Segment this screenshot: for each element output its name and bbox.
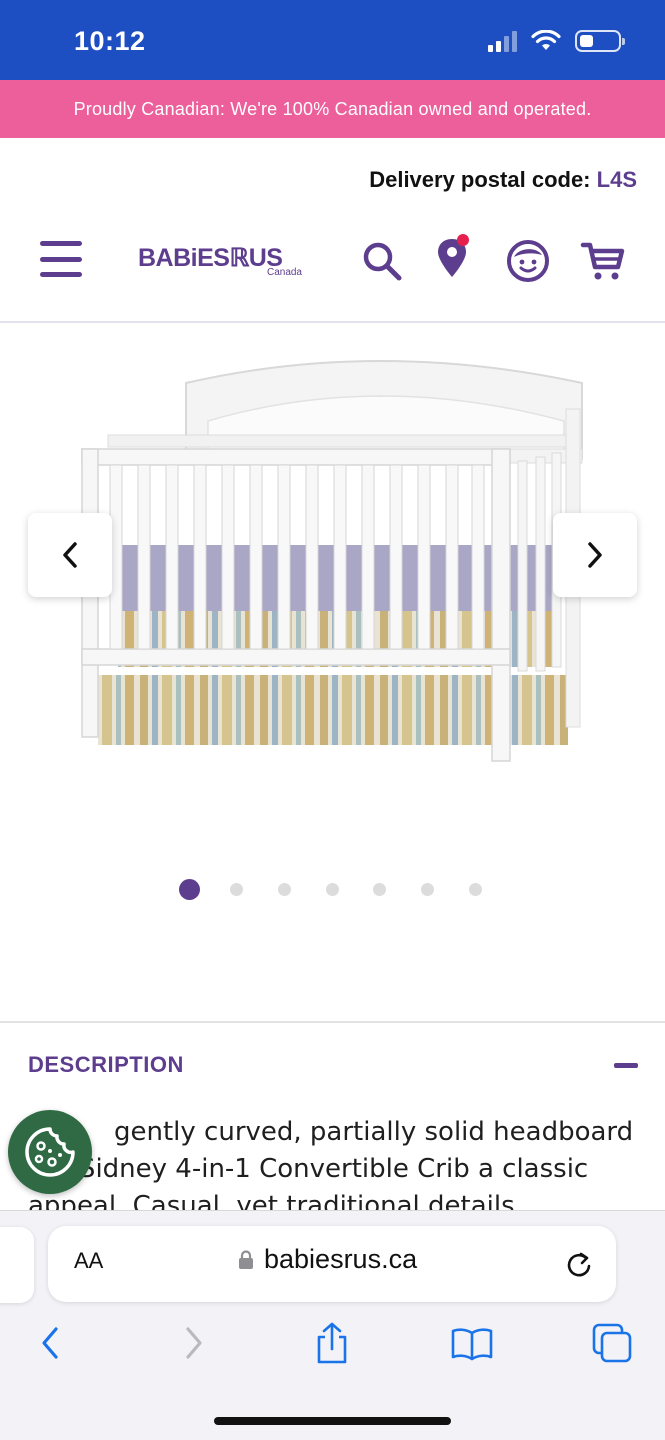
account-icon[interactable] [506, 239, 550, 283]
product-image-gallery[interactable] [0, 323, 665, 1023]
battery-icon [575, 30, 625, 52]
store-location-icon[interactable] [434, 231, 474, 281]
gallery-dot[interactable] [373, 883, 387, 896]
home-indicator [214, 1417, 451, 1425]
main-nav: BABiESℝUS Canada [0, 225, 665, 295]
promo-banner[interactable]: Proudly Canadian: We're 100% Canadian ow… [0, 80, 665, 138]
status-time: 10:12 [74, 26, 146, 56]
logo-subtext: Canada [266, 266, 302, 278]
product-image-crib [81, 360, 583, 762]
forward-icon[interactable] [172, 1321, 216, 1365]
gallery-dot[interactable] [325, 883, 339, 896]
delivery-code: L4S [596, 167, 637, 192]
chevron-left-icon [63, 542, 77, 568]
menu-icon[interactable] [40, 241, 82, 277]
url-text: babiesrus.ca [264, 1244, 418, 1274]
gallery-prev-button[interactable] [28, 513, 112, 597]
status-bar: 10:12 [0, 0, 665, 80]
status-icons [488, 30, 625, 52]
bookmarks-icon[interactable] [450, 1321, 494, 1365]
gallery-pagination [0, 879, 665, 901]
tabs-icon[interactable] [590, 1321, 634, 1365]
gallery-dot[interactable] [277, 883, 291, 896]
gallery-dot[interactable] [468, 883, 482, 896]
section-divider [0, 1021, 665, 1023]
address-bar[interactable]: AA babiesrus.ca [48, 1226, 616, 1302]
chevron-right-icon [588, 542, 602, 568]
cart-icon[interactable] [580, 239, 626, 283]
share-icon[interactable] [310, 1321, 354, 1365]
gallery-dot[interactable] [230, 883, 244, 896]
lock-icon [239, 1249, 253, 1269]
gallery-dot[interactable] [421, 883, 434, 896]
back-icon[interactable] [28, 1321, 72, 1365]
battery-level [580, 35, 593, 47]
description-heading[interactable]: DESCRIPTION [28, 1052, 184, 1078]
collapse-icon[interactable] [614, 1063, 638, 1068]
promo-text: Proudly Canadian: We're 100% Canadian ow… [73, 98, 592, 119]
gallery-next-button[interactable] [553, 513, 637, 597]
browser-chrome: AA babiesrus.ca [0, 1210, 665, 1440]
reload-icon[interactable] [564, 1250, 594, 1280]
description-text: gently curved, partially solid headboard… [28, 1117, 634, 1210]
cellular-signal-icon [488, 30, 517, 52]
previous-tab-preview[interactable] [0, 1227, 34, 1303]
text-size-button[interactable]: AA [74, 1248, 103, 1274]
logo-text: BABiESℝUS [138, 243, 283, 272]
cookie-settings-button[interactable] [8, 1110, 92, 1194]
logo[interactable]: BABiESℝUS Canada [138, 235, 308, 285]
delivery-label: Delivery postal code: [369, 167, 591, 192]
delivery-postal-code[interactable]: Delivery postal code: L4S [369, 167, 637, 193]
wifi-icon [531, 30, 561, 50]
cookie-icon [25, 1127, 75, 1177]
url-display[interactable]: babiesrus.ca [238, 1244, 417, 1275]
search-icon[interactable] [360, 239, 404, 283]
gallery-dot[interactable] [178, 879, 200, 900]
